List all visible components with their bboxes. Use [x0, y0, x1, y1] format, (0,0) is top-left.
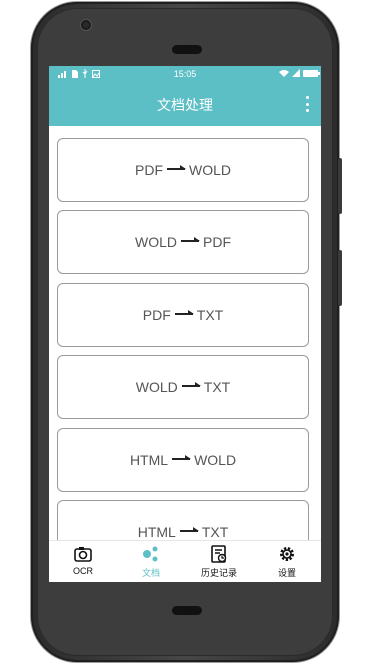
- nav-label: 设置: [277, 568, 296, 578]
- earpiece-speaker: [172, 45, 202, 54]
- more-vert-icon[interactable]: [303, 96, 311, 112]
- app-bar: 文档处理: [49, 82, 321, 126]
- history-document-icon: [211, 545, 227, 563]
- nav-label: OCR: [73, 566, 93, 576]
- power-button: [338, 250, 342, 306]
- conversion-card-wold-to-pdf[interactable]: WOLD PDF: [57, 210, 309, 274]
- nav-item-ocr[interactable]: OCR: [49, 544, 117, 580]
- conversion-list: PDF WOLD WOLD PDF PDF TXT WOLD TXT HTML: [49, 126, 321, 540]
- status-bar: 15:05: [49, 66, 321, 82]
- conversion-target: WOLD: [189, 162, 231, 178]
- conversion-source: HTML: [137, 524, 176, 540]
- arrow-right-icon: [179, 527, 199, 532]
- battery-icon: [303, 69, 320, 77]
- phone-mockup-page: 15:05 文档处理 PDF WOLD WOLD PDF PDF TXT WOL…: [0, 0, 373, 666]
- cell-signal-icon: [292, 69, 300, 77]
- conversion-target: TXT: [196, 307, 224, 323]
- app-title: 文档处理: [157, 97, 213, 113]
- bottom-navigation: OCR 文档 历史记录 设置: [49, 540, 321, 582]
- conversion-card-wold-to-txt[interactable]: WOLD TXT: [57, 355, 309, 419]
- front-camera: [81, 20, 91, 30]
- arrow-right-icon: [181, 237, 200, 242]
- wifi-icon: [279, 70, 289, 77]
- status-right-icons: [279, 69, 320, 77]
- arrow-right-icon: [181, 382, 201, 387]
- arrow-right-icon: [174, 310, 194, 315]
- nav-item-settings[interactable]: 设置: [253, 544, 321, 580]
- bottom-speaker: [172, 606, 202, 615]
- volume-button: [338, 158, 342, 214]
- menu-dot: [305, 109, 309, 112]
- conversion-card-html-to-txt[interactable]: HTML TXT: [57, 500, 309, 540]
- nav-item-history[interactable]: 历史记录: [185, 544, 253, 580]
- nav-label: 历史记录: [200, 568, 237, 578]
- conversion-source: PDF: [142, 307, 171, 323]
- conversion-card-pdf-to-txt[interactable]: PDF TXT: [57, 283, 309, 347]
- menu-dot: [305, 102, 309, 106]
- conversion-target: WOLD: [194, 452, 237, 468]
- conversion-target: TXT: [203, 379, 231, 395]
- conversion-source: PDF: [135, 162, 163, 178]
- phone-screen: 15:05 文档处理 PDF WOLD WOLD PDF PDF TXT WOL…: [49, 66, 321, 582]
- share-icon: [143, 546, 158, 562]
- arrow-right-icon: [167, 165, 186, 170]
- menu-dot: [305, 96, 309, 99]
- conversion-source: HTML: [129, 452, 169, 468]
- conversion-target: TXT: [201, 524, 229, 540]
- conversion-source: WOLD: [135, 234, 177, 250]
- arrow-right-icon: [172, 455, 192, 460]
- camera-icon: [74, 547, 92, 562]
- nav-label: 文档: [141, 568, 160, 578]
- conversion-card-pdf-to-wold[interactable]: PDF WOLD: [57, 138, 309, 202]
- nav-item-documents[interactable]: 文档: [117, 544, 185, 580]
- conversion-source: WOLD: [135, 379, 178, 395]
- conversion-target: PDF: [203, 234, 231, 250]
- conversion-card-html-to-wold[interactable]: HTML WOLD: [57, 428, 309, 492]
- gear-icon: [280, 547, 294, 561]
